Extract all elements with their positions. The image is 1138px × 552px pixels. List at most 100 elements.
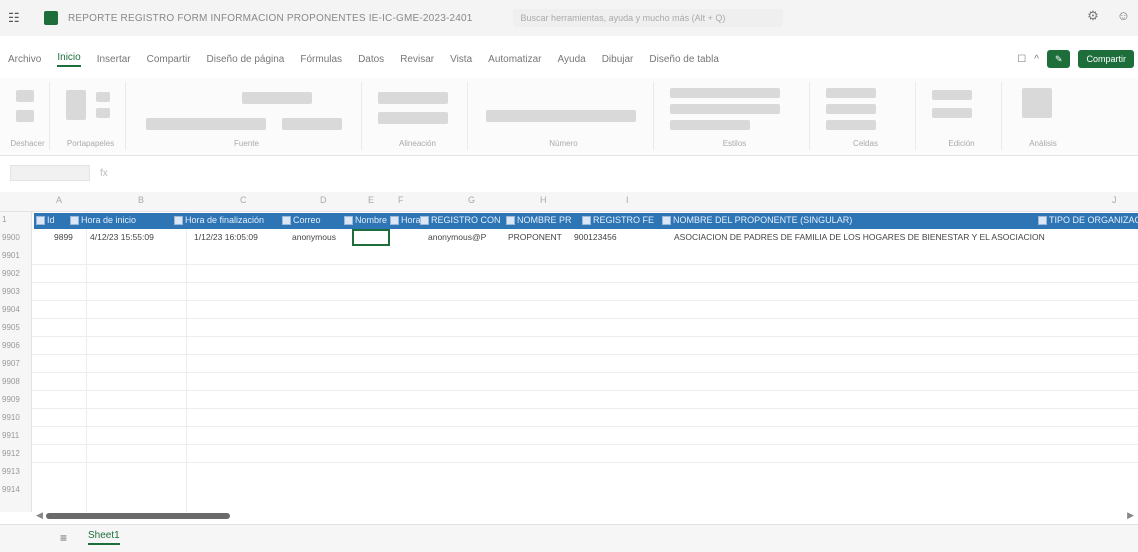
filter-dropdown-icon[interactable] xyxy=(390,216,399,226)
horizontal-scrollbar[interactable] xyxy=(46,513,230,519)
row-header[interactable]: 1 xyxy=(2,215,6,224)
table-header-cell[interactable]: Correo xyxy=(282,215,321,226)
table-cell[interactable]: anonymous xyxy=(292,232,336,242)
tab-automatizar[interactable]: Automatizar xyxy=(488,54,541,65)
font-format-buttons[interactable] xyxy=(146,118,266,130)
row-header[interactable]: 9901 xyxy=(2,251,20,260)
sort-filter-icon[interactable] xyxy=(932,108,972,118)
align-left-icon[interactable] xyxy=(378,112,448,124)
table-header-cell[interactable]: Nombre xyxy=(344,215,387,226)
analyze-data-icon[interactable] xyxy=(1022,88,1052,118)
column-header[interactable]: D xyxy=(320,195,327,205)
filter-dropdown-icon[interactable] xyxy=(282,216,291,226)
row-header[interactable]: 9907 xyxy=(2,359,20,368)
cut-icon[interactable] xyxy=(96,92,110,102)
tab-insertar[interactable]: Insertar xyxy=(97,54,131,65)
document-title[interactable]: REPORTE REGISTRO FORM INFORMACION PROPON… xyxy=(68,13,473,24)
tab-archivo[interactable]: Archivo xyxy=(8,54,41,65)
column-header[interactable]: H xyxy=(540,195,547,205)
tab-inicio[interactable]: Inicio xyxy=(57,52,81,67)
copy-icon[interactable] xyxy=(96,108,110,118)
comment-icon[interactable]: ☐ xyxy=(1017,54,1026,65)
table-header-cell[interactable]: TIPO DE ORGANIZACIÓN xyxy=(1038,215,1138,226)
insert-cells-icon[interactable] xyxy=(826,88,876,98)
paste-icon[interactable] xyxy=(66,90,86,120)
row-header[interactable]: 9902 xyxy=(2,269,20,278)
align-top-icon[interactable] xyxy=(378,92,448,104)
table-cell[interactable]: ASOCIACION DE PADRES DE FAMILIA DE LOS H… xyxy=(674,232,1045,242)
filter-dropdown-icon[interactable] xyxy=(506,216,515,226)
row-header[interactable]: 9913 xyxy=(2,467,20,476)
conditional-format-icon[interactable] xyxy=(670,88,780,98)
fx-icon[interactable]: fx xyxy=(100,168,108,179)
redo-icon[interactable] xyxy=(16,110,34,122)
tab-vista[interactable]: Vista xyxy=(450,54,472,65)
table-cell[interactable]: anonymous@P xyxy=(428,232,486,242)
tab-ayuda[interactable]: Ayuda xyxy=(558,54,586,65)
table-cell[interactable]: 9899 xyxy=(54,232,73,242)
search-input[interactable]: Buscar herramientas, ayuda y mucho más (… xyxy=(512,9,783,27)
table-header-cell[interactable]: Hora de inicio xyxy=(70,215,136,226)
row-header[interactable]: 9914 xyxy=(2,485,20,494)
profile-icon[interactable]: ☺ xyxy=(1117,8,1130,24)
tab-compartir[interactable]: Compartir xyxy=(147,54,191,65)
table-header-cell[interactable]: Hora xyxy=(390,215,421,226)
scroll-right-icon[interactable]: ▶ xyxy=(1127,510,1134,521)
scroll-left-icon[interactable]: ◀ xyxy=(36,510,43,521)
row-header[interactable]: 9905 xyxy=(2,323,20,332)
table-header-cell[interactable]: Id xyxy=(36,215,55,226)
table-cell[interactable]: PROPONENT xyxy=(508,232,562,242)
filter-dropdown-icon[interactable] xyxy=(1038,216,1047,226)
table-header-cell[interactable]: Hora de finalización xyxy=(174,215,264,226)
table-cell[interactable]: 4/12/23 15:55:09 xyxy=(90,232,154,242)
row-header[interactable]: 9910 xyxy=(2,413,20,422)
tab-datos[interactable]: Datos xyxy=(358,54,384,65)
filter-dropdown-icon[interactable] xyxy=(174,216,183,226)
filter-dropdown-icon[interactable] xyxy=(344,216,353,226)
row-header[interactable]: 9908 xyxy=(2,377,20,386)
editing-mode-button[interactable]: ✎ xyxy=(1046,50,1071,68)
selected-cell[interactable] xyxy=(352,229,390,246)
table-header-cell[interactable]: REGISTRO FE xyxy=(582,215,654,226)
sheet-tab[interactable]: Sheet1 xyxy=(88,530,120,545)
row-header[interactable]: 9906 xyxy=(2,341,20,350)
share-button[interactable]: Compartir xyxy=(1078,50,1134,68)
app-launcher-icon[interactable]: ☷ xyxy=(8,10,30,26)
tab-dibujar[interactable]: Dibujar xyxy=(602,54,634,65)
table-cell[interactable]: 900123456 xyxy=(574,232,617,242)
column-header[interactable]: A xyxy=(56,195,62,205)
column-header[interactable]: B xyxy=(138,195,144,205)
number-format-buttons[interactable] xyxy=(486,110,636,122)
row-header[interactable]: 9912 xyxy=(2,449,20,458)
table-header-cell[interactable]: NOMBRE DEL PROPONENTE (SINGULAR) xyxy=(662,215,852,226)
undo-icon[interactable] xyxy=(16,90,34,102)
cell-styles-icon[interactable] xyxy=(670,120,750,130)
column-header[interactable]: C xyxy=(240,195,247,205)
name-box[interactable] xyxy=(10,165,90,181)
column-header[interactable]: J xyxy=(1112,195,1117,205)
settings-icon[interactable]: ⚙ xyxy=(1087,8,1099,24)
collapse-ribbon-icon[interactable]: ^ xyxy=(1034,54,1039,65)
tab-diseno-pagina[interactable]: Diseño de página xyxy=(207,54,285,65)
font-name-select[interactable] xyxy=(242,92,312,104)
row-header[interactable]: 9909 xyxy=(2,395,20,404)
row-header[interactable]: 9911 xyxy=(2,431,19,440)
spreadsheet-grid[interactable]: A B C D E F G H I J 1 9900 9901 9902 990… xyxy=(0,192,1138,512)
tab-revisar[interactable]: Revisar xyxy=(400,54,434,65)
delete-cells-icon[interactable] xyxy=(826,104,876,114)
format-cells-icon[interactable] xyxy=(826,120,876,130)
table-cell[interactable]: 1/12/23 16:05:09 xyxy=(194,232,258,242)
autosum-icon[interactable] xyxy=(932,90,972,100)
filter-dropdown-icon[interactable] xyxy=(36,216,45,226)
table-header-cell[interactable]: REGISTRO CON xyxy=(420,215,501,226)
all-sheets-menu-icon[interactable]: ≡ xyxy=(60,531,67,545)
tab-diseno-tabla[interactable]: Diseño de tabla xyxy=(649,54,719,65)
row-header[interactable]: 9900 xyxy=(2,233,20,242)
filter-dropdown-icon[interactable] xyxy=(582,216,591,226)
column-header[interactable]: E xyxy=(368,195,374,205)
column-header[interactable]: G xyxy=(468,195,475,205)
font-color-icon[interactable] xyxy=(282,118,342,130)
tab-formulas[interactable]: Fórmulas xyxy=(300,54,342,65)
row-header[interactable]: 9903 xyxy=(2,287,20,296)
column-header[interactable]: I xyxy=(626,195,629,205)
